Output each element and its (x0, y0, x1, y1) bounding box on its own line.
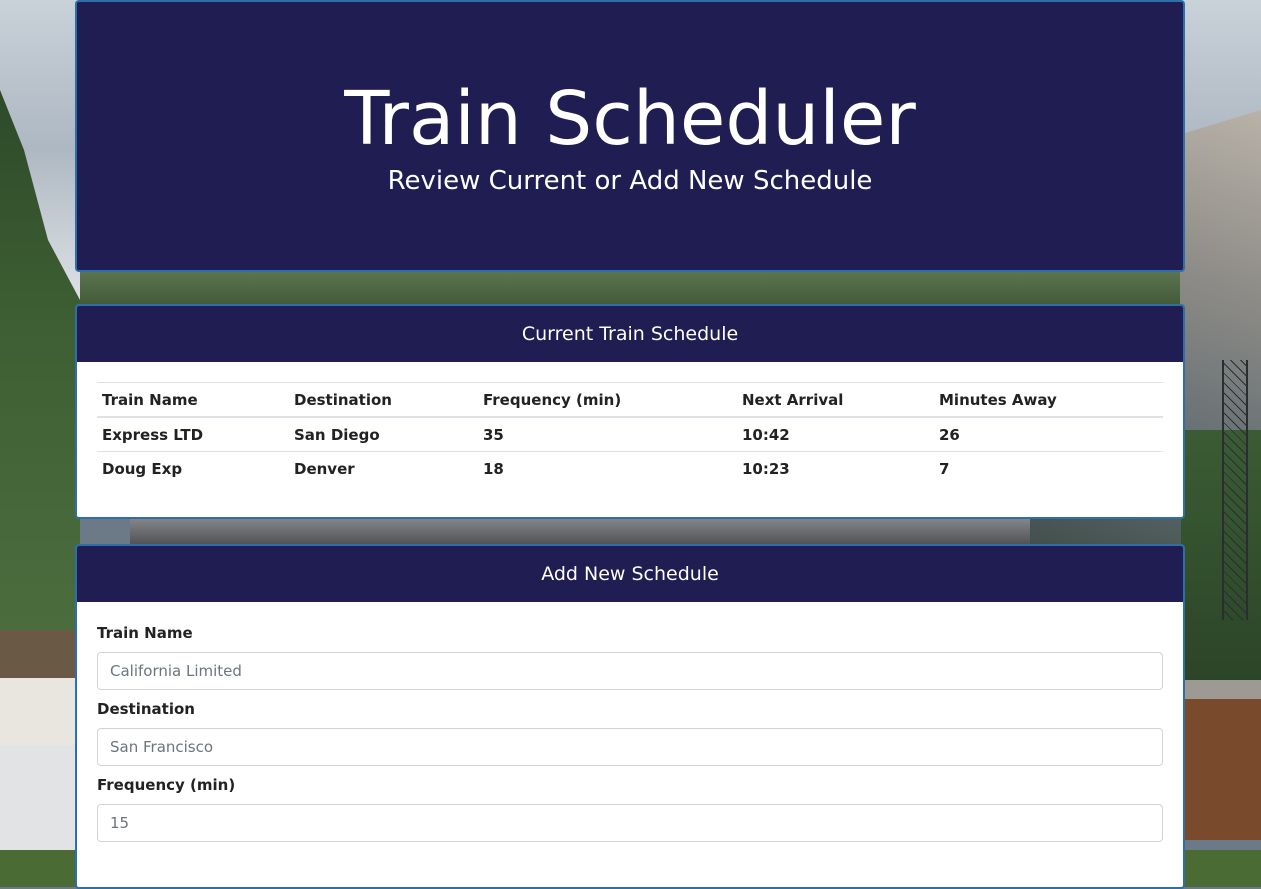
form-group-destination: Destination (97, 700, 1163, 766)
form-group-train-name: Train Name (97, 624, 1163, 690)
cell-train-name: Express LTD (97, 417, 289, 452)
add-schedule-form: Train Name Destination Frequency (min) (77, 602, 1183, 842)
add-schedule-card: Add New Schedule Train Name Destination … (75, 544, 1185, 889)
cell-frequency: 18 (483, 459, 504, 478)
cell-train-name: Doug Exp (102, 459, 183, 478)
background-house (0, 630, 80, 750)
cell-destination: Denver (294, 459, 355, 478)
table-row: Doug Exp Denver 18 10:23 7 (97, 452, 1163, 486)
column-header-frequency: Frequency (min) (478, 382, 737, 418)
schedule-card: Current Train Schedule Train Name Destin… (75, 304, 1185, 519)
page-subtitle: Review Current or Add New Schedule (387, 166, 873, 196)
destination-label: Destination (97, 700, 195, 718)
add-schedule-card-header: Add New Schedule (77, 546, 1183, 602)
background-tower (1222, 360, 1248, 620)
cell-destination: San Diego (289, 417, 478, 452)
table-header-row: Train Name Destination Frequency (min) N… (97, 382, 1163, 418)
column-header-destination: Destination (289, 382, 478, 418)
background-trees-right (1181, 430, 1261, 690)
cell-minutes-away: 26 (934, 417, 1163, 452)
schedule-card-header: Current Train Schedule (77, 306, 1183, 362)
background-trailer (0, 745, 80, 855)
cell-frequency: 35 (478, 417, 737, 452)
schedule-table: Train Name Destination Frequency (min) N… (97, 382, 1163, 485)
frequency-label: Frequency (min) (97, 776, 236, 794)
background-railcar (1181, 680, 1261, 840)
train-name-input[interactable] (97, 652, 1163, 690)
column-header-minutes-away: Minutes Away (934, 382, 1163, 418)
page-title: Train Scheduler (344, 76, 916, 162)
cell-next-arrival: 10:42 (737, 417, 934, 452)
table-row: Express LTD San Diego 35 10:42 26 (97, 417, 1163, 452)
form-group-frequency: Frequency (min) (97, 776, 1163, 842)
frequency-input[interactable] (97, 804, 1163, 842)
main-container: Train Scheduler Review Current or Add Ne… (75, 0, 1185, 889)
cell-minutes-away: 7 (939, 459, 950, 478)
destination-input[interactable] (97, 728, 1163, 766)
train-name-label: Train Name (97, 624, 193, 642)
column-header-next-arrival: Next Arrival (737, 382, 934, 418)
schedule-card-body: Train Name Destination Frequency (min) N… (77, 362, 1183, 485)
header-banner: Train Scheduler Review Current or Add Ne… (75, 0, 1185, 272)
column-header-train-name: Train Name (97, 382, 289, 418)
cell-next-arrival: 10:23 (742, 459, 790, 478)
